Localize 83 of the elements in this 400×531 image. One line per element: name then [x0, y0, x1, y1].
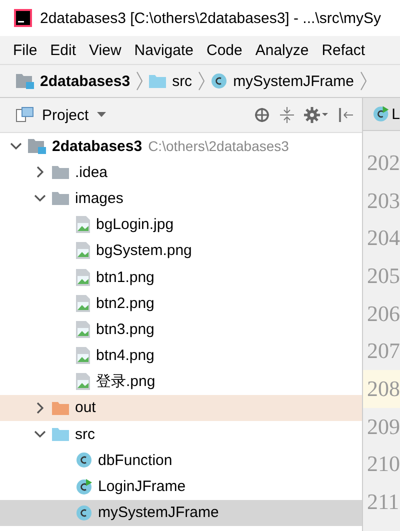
- file-name: dbFunction: [98, 452, 172, 469]
- tree-item[interactable]: src: [0, 421, 362, 448]
- line-number: 205: [366, 262, 400, 290]
- tree-item[interactable]: bgSystem.png: [0, 238, 362, 264]
- breadcrumb-item[interactable]: src: [149, 72, 192, 90]
- image-file-icon: [76, 242, 90, 260]
- line-number: 207: [366, 337, 400, 366]
- image-file-icon: [76, 347, 90, 364]
- file-name: images: [75, 190, 124, 207]
- class-run-icon: [76, 478, 92, 495]
- line-number: 202: [366, 148, 400, 177]
- tree-item[interactable]: .idea: [0, 159, 362, 186]
- tree-item[interactable]: LoginJFrame: [0, 473, 362, 500]
- menu-item[interactable]: Refact: [322, 42, 366, 58]
- menu-item[interactable]: Edit: [50, 42, 76, 58]
- file-name: out: [75, 399, 96, 416]
- file-name: 登录.png: [96, 372, 156, 392]
- tree-item[interactable]: btn2.png: [0, 290, 362, 316]
- file-name: btn1.png: [96, 268, 154, 286]
- menu-item[interactable]: View: [89, 42, 122, 58]
- file-name: bgLogin.jpg: [96, 216, 174, 234]
- locate-icon[interactable]: [254, 107, 270, 123]
- line-number: 206: [366, 300, 400, 328]
- image-file-icon: [76, 268, 90, 286]
- tree-item[interactable]: dbFunction: [0, 447, 362, 474]
- tree-item[interactable]: bgLogin.jpg: [0, 212, 362, 238]
- class-icon: [211, 73, 228, 89]
- window-title: 2databases3 [C:\others\2databases3] - ...\src\mySy: [40, 10, 382, 26]
- file-name: btn2.png: [96, 294, 154, 312]
- class-icon: [76, 452, 92, 468]
- menu-item[interactable]: File: [13, 42, 38, 58]
- tree-item[interactable]: images: [0, 185, 362, 212]
- editor-tab[interactable]: L: [363, 98, 400, 131]
- file-name: .idea: [75, 164, 108, 181]
- file-name: bgSystem.png: [96, 242, 192, 260]
- chevron-icon: [360, 71, 367, 91]
- panel-title[interactable]: Project: [42, 106, 89, 124]
- file-name: btn4.png: [96, 347, 154, 364]
- line-number: 210: [366, 450, 400, 478]
- folder-icon: [52, 400, 69, 415]
- tree-item[interactable]: btn3.png: [0, 316, 362, 342]
- breadcrumb-item[interactable]: mySystemJFrame: [211, 72, 354, 90]
- collapse-all-icon[interactable]: [280, 107, 294, 123]
- class-icon: [76, 504, 92, 521]
- tree-item[interactable]: 登录.png: [0, 368, 362, 395]
- line-number: 209: [366, 412, 400, 441]
- file-name: btn3.png: [96, 320, 154, 338]
- settings-icon[interactable]: [304, 107, 328, 123]
- menu-item[interactable]: Analyze: [255, 42, 309, 58]
- folder-icon: [52, 191, 69, 206]
- class-run-icon: [373, 106, 389, 122]
- tree-item[interactable]: 2databases3 C:\others\2databases3: [0, 133, 362, 160]
- file-name: 2databases3: [52, 138, 142, 155]
- image-file-icon: [76, 216, 90, 234]
- line-number: 211: [366, 488, 400, 516]
- panel-icon: [16, 107, 34, 123]
- image-file-icon: [76, 320, 90, 338]
- app-logo-icon: [14, 9, 32, 27]
- project-path: C:\others\2databases3: [148, 138, 289, 154]
- chevron-icon: [198, 71, 206, 91]
- project-folder-icon: [16, 74, 34, 88]
- image-file-icon: [76, 373, 90, 390]
- breadcrumb-item[interactable]: 2databases3: [16, 72, 130, 90]
- line-number: 204: [366, 224, 400, 252]
- chevron-icon: [136, 71, 144, 91]
- tree-item[interactable]: btn1.png: [0, 264, 362, 290]
- tree-item[interactable]: btn4.png: [0, 342, 362, 369]
- project-folder-icon: [28, 138, 46, 154]
- folder-icon: [149, 74, 166, 88]
- menu-item[interactable]: Code: [206, 42, 242, 58]
- line-number: 203: [366, 186, 400, 215]
- folder-icon: [52, 427, 69, 442]
- file-name: mySystemJFrame: [98, 504, 219, 522]
- file-name: src: [75, 426, 95, 443]
- dropdown-icon[interactable]: [96, 112, 106, 118]
- menu-item[interactable]: Navigate: [134, 42, 194, 58]
- file-name: LoginJFrame: [98, 478, 186, 496]
- line-number: 208: [363, 370, 400, 408]
- image-file-icon: [76, 294, 90, 312]
- tree-item[interactable]: out: [0, 394, 362, 422]
- tree-item[interactable]: mySystemJFrame: [0, 500, 362, 526]
- hide-panel-icon[interactable]: [338, 107, 354, 123]
- folder-icon: [52, 165, 69, 180]
